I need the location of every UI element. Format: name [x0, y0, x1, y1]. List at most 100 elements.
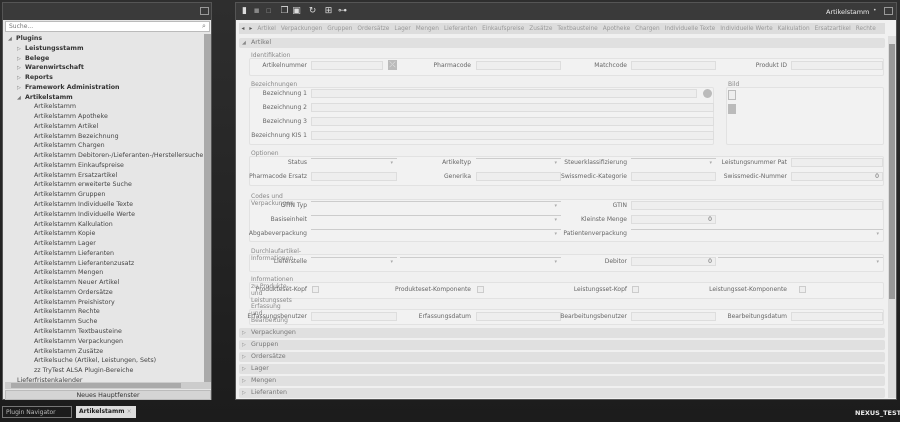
- taskbar-plugin-navigator[interactable]: Plugin Navigator: [2, 406, 72, 418]
- tab-apotheke[interactable]: Apotheke: [600, 26, 632, 32]
- vertical-scrollbar[interactable]: [888, 36, 896, 398]
- hierarchy-icon[interactable]: ⊞: [324, 6, 333, 16]
- tree-item[interactable]: ▷ Reports: [5, 73, 203, 83]
- tab-scroll-left[interactable]: ◂: [239, 26, 247, 32]
- tree-item[interactable]: Artikelstamm Individuelle Texte: [5, 200, 203, 210]
- tab-gruppen[interactable]: Gruppen: [325, 26, 355, 32]
- tree-item[interactable]: Artikelstamm Textbausteine: [5, 327, 203, 337]
- tab-rechte[interactable]: Rechte: [853, 26, 878, 32]
- tree-item[interactable]: Artikelstamm Mengen: [5, 268, 203, 278]
- tree-item[interactable]: Artikelsuche (Artikel, Leistungen, Sets): [5, 356, 203, 366]
- refresh-icon[interactable]: ↻: [308, 6, 317, 16]
- maximize-icon[interactable]: [884, 7, 893, 15]
- tab-zusätze[interactable]: Zusätze: [527, 26, 555, 32]
- bearbeitungsdatum-input[interactable]: [791, 312, 883, 321]
- tree-item[interactable]: Artikelstamm Ersatzartikel: [5, 171, 203, 181]
- pin-icon[interactable]: •: [873, 7, 877, 14]
- delete-icon[interactable]: ▫: [264, 6, 273, 16]
- lieferstelle-select[interactable]: ▾: [311, 257, 397, 266]
- section-artikel-header[interactable]: ◢ Artikel: [239, 38, 885, 48]
- gtin-typ-select[interactable]: ▾: [311, 201, 561, 210]
- tree-item[interactable]: Artikelstamm erweiterte Suche: [5, 180, 203, 190]
- bezeichnung-b1-input[interactable]: [311, 89, 697, 98]
- taskbar-artikelstamm[interactable]: Artikelstamm ×: [76, 406, 136, 418]
- new-document-icon[interactable]: ▮: [240, 6, 249, 16]
- debitor-detail-select[interactable]: ▾: [718, 257, 883, 266]
- tree-item[interactable]: Artikelstamm Suche: [5, 317, 203, 327]
- produkt-id-input[interactable]: [791, 61, 883, 70]
- tree-item[interactable]: Artikelstamm Zusätze: [5, 347, 203, 357]
- section-ordersätze-header[interactable]: ▷ Ordersätze: [239, 352, 885, 362]
- search-input[interactable]: [5, 21, 210, 32]
- save-icon[interactable]: ▪: [252, 6, 261, 16]
- tab-einkaufspreise[interactable]: Einkaufspreise: [480, 26, 527, 32]
- new-image-icon[interactable]: [728, 90, 736, 100]
- tree-item[interactable]: Artikelstamm Artikel: [5, 122, 203, 132]
- bezeichnung-kis-input[interactable]: [311, 131, 714, 140]
- tree-item[interactable]: Artikelstamm Chargen: [5, 141, 203, 151]
- new-main-window-button[interactable]: Neues Hauptfenster: [5, 390, 211, 400]
- horizontal-scrollbar[interactable]: [5, 382, 211, 389]
- tree-item[interactable]: ◢ Artikelstamm: [5, 93, 203, 103]
- close-icon[interactable]: ×: [127, 408, 132, 415]
- section-verpackungen-header[interactable]: ▷ Verpackungen: [239, 328, 885, 338]
- tree-item[interactable]: ▷ Leistungsstamm: [5, 44, 203, 54]
- tree-item[interactable]: Artikelstamm Rechte: [5, 307, 203, 317]
- tree-item[interactable]: Artikelstamm Preishistory: [5, 298, 203, 308]
- tab-individuelle-texte[interactable]: Individuelle Texte: [662, 26, 718, 32]
- tree-item[interactable]: Artikelstamm Debitoren-/Lieferanten-/Her…: [5, 151, 203, 161]
- gtin-input[interactable]: [631, 201, 883, 210]
- artikelnummer-input[interactable]: [311, 61, 383, 70]
- tree-item[interactable]: Artikelstamm Gruppen: [5, 190, 203, 200]
- leistungsset-kopf-checkbox[interactable]: [632, 286, 639, 293]
- leistungsnummer-pat-input[interactable]: [791, 158, 883, 167]
- tree-item[interactable]: Artikelstamm Neuer Artikel: [5, 278, 203, 288]
- tree-structure-icon[interactable]: ⊶: [338, 6, 347, 16]
- tab-ordersätze[interactable]: Ordersätze: [355, 26, 392, 32]
- expanded-icon[interactable]: ◢: [8, 35, 16, 45]
- tab-scroll-right[interactable]: ▸: [247, 26, 255, 32]
- tab-mengen[interactable]: Mengen: [413, 26, 441, 32]
- tab-individuelle-werte[interactable]: Individuelle Werte: [718, 26, 775, 32]
- patientenverpackung-select[interactable]: ▾: [631, 229, 883, 238]
- bezeichnung-b2-input[interactable]: [311, 103, 714, 112]
- tree-item[interactable]: ▷ Belege: [5, 54, 203, 64]
- tree-item[interactable]: ▷ Framework Administration: [5, 83, 203, 93]
- section-mengen-header[interactable]: ▷ Mengen: [239, 376, 885, 386]
- produkteset-komponente-checkbox[interactable]: [477, 286, 484, 293]
- search-icon[interactable]: ⌕: [202, 22, 206, 31]
- tree-item[interactable]: Artikelstamm Kalkulation: [5, 220, 203, 230]
- tree-item[interactable]: Artikelstamm Kopie: [5, 229, 203, 239]
- tree-item[interactable]: Artikelstamm Lager: [5, 239, 203, 249]
- section-lieferanten-header[interactable]: ▷ Lieferanten: [239, 388, 885, 398]
- bezeichnung-b3-input[interactable]: [311, 117, 714, 126]
- tab-kalkulation[interactable]: Kalkulation: [775, 26, 812, 32]
- tree-item[interactable]: ▷ Warenwirtschaft: [5, 63, 203, 73]
- abgabeverpackung-select[interactable]: ▾: [311, 229, 561, 238]
- tab-ersatzartikel[interactable]: Ersatzartikel: [812, 26, 853, 32]
- tree-item[interactable]: Artikelstamm Individuelle Werte: [5, 210, 203, 220]
- tree-item[interactable]: Artikelstamm Apotheke: [5, 112, 203, 122]
- window-icon[interactable]: ▣: [292, 6, 301, 16]
- section-gruppen-header[interactable]: ▷ Gruppen: [239, 340, 885, 350]
- maximize-icon[interactable]: [200, 7, 209, 15]
- tree-item[interactable]: Artikelstamm Verpackungen: [5, 337, 203, 347]
- tab-verpackungen[interactable]: Verpackungen: [278, 26, 324, 32]
- delete-image-icon[interactable]: [728, 104, 736, 114]
- language-globe-icon[interactable]: [703, 89, 712, 98]
- section-lager-header[interactable]: ▷ Lager: [239, 364, 885, 374]
- tree-item[interactable]: Artikelstamm Lieferanten: [5, 249, 203, 259]
- tab-lieferanten[interactable]: Lieferanten: [441, 26, 479, 32]
- expanded-icon[interactable]: ◢: [17, 94, 25, 104]
- kleinste-menge-input[interactable]: 0: [631, 215, 716, 224]
- tab-artikel[interactable]: Artikel: [255, 26, 279, 32]
- leistungsset-komponente-checkbox[interactable]: [799, 286, 806, 293]
- tree-item[interactable]: Artikelstamm Ordersätze: [5, 288, 203, 298]
- vertical-scrollbar[interactable]: [204, 34, 211, 382]
- tree-item[interactable]: Artikelstamm Bezeichnung: [5, 132, 203, 142]
- basiseinheit-select[interactable]: ▾: [311, 215, 561, 224]
- produkteset-kopf-checkbox[interactable]: [312, 286, 319, 293]
- debitor-input[interactable]: 0: [631, 257, 716, 266]
- tab-lager[interactable]: Lager: [392, 26, 413, 32]
- swissmedic-nummer-input[interactable]: 0: [791, 172, 883, 181]
